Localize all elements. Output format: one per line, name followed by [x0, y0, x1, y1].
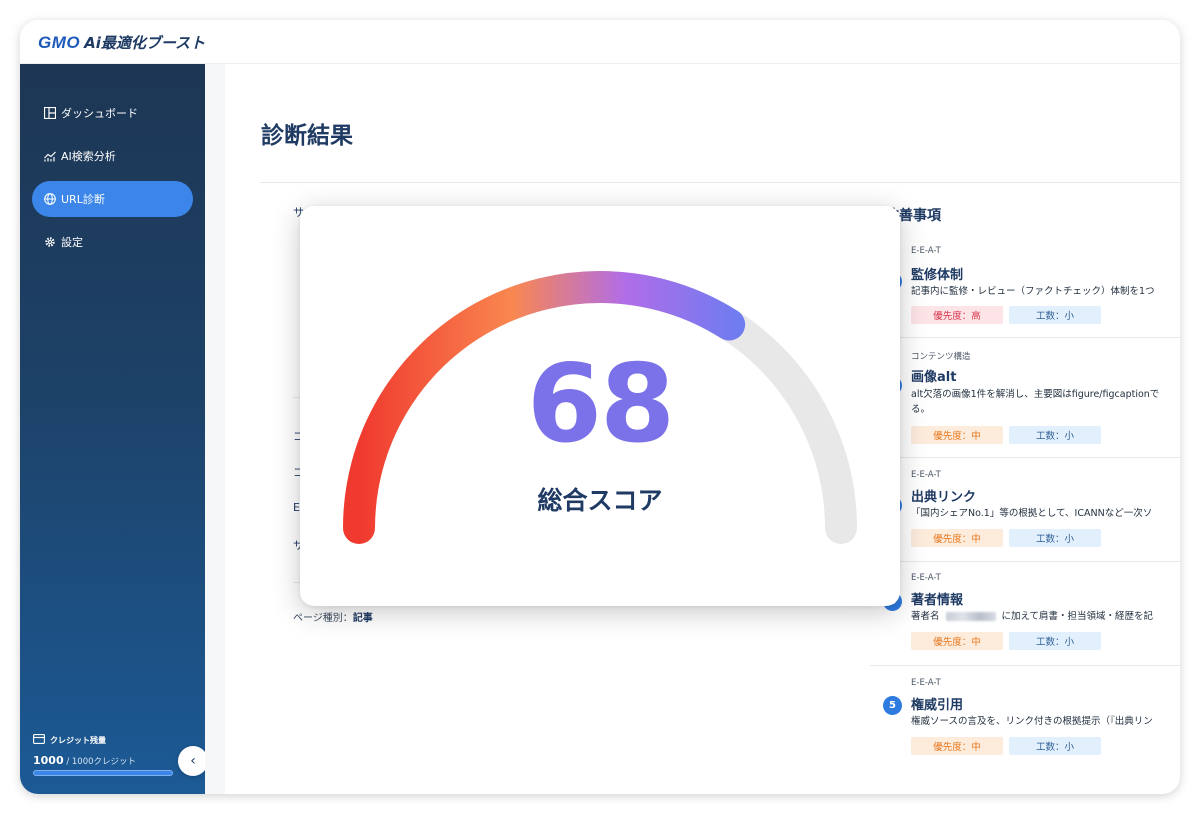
item-title: 画像alt [911, 370, 957, 385]
item-description: 著者名 に加えて肩書・担当領域・経歴を記 [911, 609, 1180, 624]
page-kind-value: 記事 [352, 613, 373, 624]
item-title: 監修体制 [911, 268, 964, 283]
page-kind-label: ページ種別： [293, 613, 353, 624]
effort-badge: 工数：小 [1009, 632, 1101, 650]
dashboard-icon [44, 107, 56, 119]
item-category: E-E-A-T [911, 246, 941, 256]
gear-icon [44, 236, 56, 248]
improvement-item[interactable]: 4 E-E-A-T 著者情報 著者名に加えて肩書・担当領域・経歴を記 優先度：中… [870, 562, 1180, 666]
item-number: 5 [883, 696, 902, 715]
top-bar: GMO Ai最適化ブースト [20, 20, 1180, 64]
effort-badge: 工数：小 [1009, 737, 1101, 755]
credit-progress-bar [33, 770, 173, 776]
improvement-item[interactable]: 2 コンテンツ構造 画像alt alt欠落の画像1件を解消し、主要図はfigur… [870, 338, 1180, 458]
sidebar-item-label: 設定 [61, 236, 83, 249]
priority-badge: 優先度：中 [911, 737, 1003, 755]
sidebar-item-ai-analysis[interactable]: AI検索分析 [32, 138, 193, 174]
summary-row-3: E [293, 501, 300, 514]
score-label: 総合スコア [537, 486, 663, 515]
improvement-item[interactable]: 1 E-E-A-T 監修体制 記事内に監修・レビュー（ファクトチェック）体制を1… [870, 234, 1180, 338]
app-logo[interactable]: GMO Ai最適化ブースト [38, 32, 205, 53]
sidebar-collapse-button[interactable]: ‹ [178, 746, 208, 776]
item-category: E-E-A-T [911, 470, 941, 480]
item-description: 「国内シェアNo.1」等の根拠として、ICANNなど一次ソ [911, 508, 1153, 519]
item-category: E-E-A-T [911, 573, 941, 583]
credit-header: クレジット残量 [33, 734, 173, 746]
sidebar-item-settings[interactable]: 設定 [32, 224, 193, 260]
item-title: 著者情報 [911, 593, 964, 608]
credit-total: / 1000クレジット [63, 757, 137, 767]
item-category: コンテンツ構造 [911, 352, 971, 362]
item-description: 権威ソースの言及を、リンク付きの根拠提示（『出典リン [911, 716, 1153, 727]
item-description-a: 著者名 [911, 611, 940, 622]
credit-current: 1000 [33, 754, 64, 767]
sidebar: ダッシュボード AI検索分析 URL診断 設定 クレジット残量 1000 / 1… [20, 64, 208, 794]
page-title: 診断結果 [261, 123, 353, 149]
priority-badge: 優先度：中 [911, 632, 1003, 650]
globe-icon [44, 193, 56, 205]
item-description: 記事内に監修・レビュー（ファクトチェック）体制を1つ [911, 286, 1155, 297]
priority-badge: 優先度：中 [911, 529, 1003, 547]
redacted-author-name [945, 612, 996, 621]
improvement-item[interactable]: 3 E-E-A-T 出典リンク 「国内シェアNo.1」等の根拠として、ICANN… [870, 458, 1180, 562]
chevron-left-icon: ‹ [190, 753, 196, 769]
item-title: 権威引用 [911, 698, 964, 713]
score-value: 68 [526, 342, 675, 467]
item-title: 出典リンク [911, 490, 977, 505]
priority-badge: 優先度：中 [911, 426, 1003, 444]
effort-badge: 工数：小 [1009, 306, 1101, 324]
title-divider [260, 182, 1180, 183]
priority-badge: 優先度：高 [911, 306, 1003, 324]
page-kind: ページ種別：記事 [293, 609, 373, 624]
sidebar-item-label: URL診断 [61, 193, 105, 206]
logo-product: Ai最適化ブースト [84, 34, 206, 52]
effort-badge: 工数：小 [1009, 426, 1101, 444]
item-category: E-E-A-T [911, 678, 941, 688]
sidebar-item-label: AI検索分析 [61, 150, 116, 163]
score-modal: 68 総合スコア [300, 206, 900, 606]
item-description-cont: る。 [911, 404, 931, 415]
improvement-item[interactable]: 5 E-E-A-T 権威引用 権威ソースの言及を、リンク付きの根拠提示（『出典リ… [870, 666, 1180, 776]
chart-icon [44, 150, 56, 162]
credit-card-icon [33, 734, 45, 746]
credit-label: クレジット残量 [50, 735, 106, 745]
credit-widget: クレジット残量 1000 / 1000クレジット [33, 734, 173, 776]
credit-value: 1000 / 1000クレジット [33, 754, 173, 767]
sidebar-item-label: ダッシュボード [61, 107, 138, 120]
item-description: alt欠落の画像1件を解消し、主要図はfigure/figcaptionで [911, 389, 1160, 400]
sidebar-item-dashboard[interactable]: ダッシュボード [32, 95, 193, 131]
logo-brand: GMO [38, 33, 81, 52]
effort-badge: 工数：小 [1009, 529, 1101, 547]
sidebar-item-url-diagnosis[interactable]: URL診断 [32, 181, 193, 217]
item-description-b: に加えて肩書・担当領域・経歴を記 [1001, 611, 1154, 622]
